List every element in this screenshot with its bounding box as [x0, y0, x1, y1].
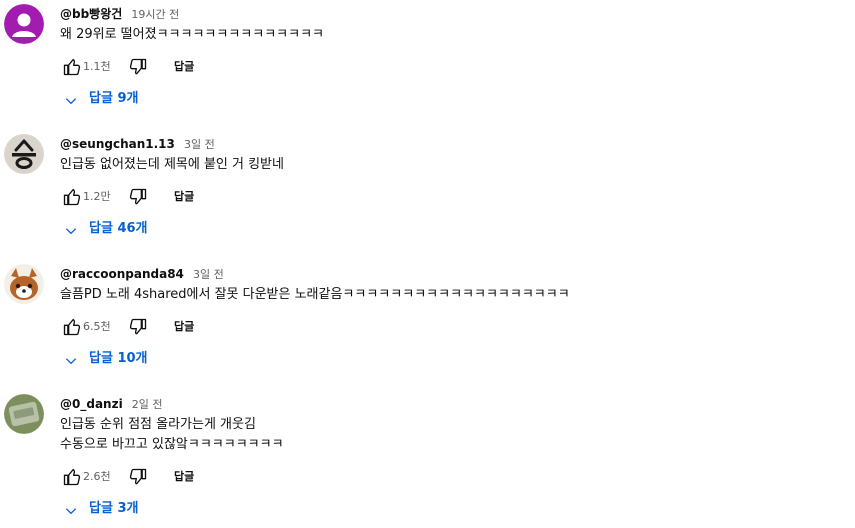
chevron-down-icon — [64, 352, 78, 378]
comment-line: 왜 29위로 떨어졌ㅋㅋㅋㅋㅋㅋㅋㅋㅋㅋㅋㅋㅋㅋ — [60, 27, 325, 42]
author-name[interactable]: @seungchan1.13 — [60, 137, 175, 151]
hangul-seung-avatar-icon[interactable] — [4, 134, 44, 174]
comment-header: @bb빵왕건 19시간 전 — [60, 4, 855, 22]
chevron-down-icon — [64, 222, 78, 248]
replies-count-label: 답글 46개 — [89, 221, 148, 236]
comment-time[interactable]: 19시간 전 — [131, 8, 179, 21]
reply-button[interactable]: 답글 — [166, 181, 202, 213]
comment-text: 슬픔PD 노래 4shared에서 잘못 다운받은 노래같음ㅋㅋㅋㅋㅋㅋㅋㅋㅋㅋ… — [60, 285, 855, 305]
dislike-button[interactable] — [122, 51, 154, 83]
comment-header: @raccoonpanda84 3일 전 — [60, 264, 855, 282]
comment-line: 인급동 없어졌는데 제목에 붙인 거 킹받네 — [60, 157, 284, 172]
comment-time[interactable]: 2일 전 — [132, 398, 163, 411]
dislike-button[interactable] — [122, 461, 154, 493]
red-panda-avatar-icon[interactable] — [4, 264, 44, 304]
thumbs-down-icon — [129, 468, 147, 485]
purple-default-avatar-icon[interactable] — [4, 4, 44, 44]
chevron-down-icon — [64, 502, 78, 528]
reply-button[interactable]: 답글 — [166, 311, 202, 343]
like-count: 1.2만 — [83, 190, 111, 203]
comment-actions: 2.6천 답글 — [60, 461, 855, 493]
comment-line: 인급동 순위 점점 올라가는게 개웃김 — [60, 417, 256, 432]
replies-count-label: 답글 3개 — [89, 501, 139, 516]
comment-actions: 1.2만 답글 — [60, 181, 855, 213]
comment-actions: 6.5천 답글 — [60, 311, 855, 343]
dislike-button[interactable] — [122, 311, 154, 343]
replies-count-label: 답글 9개 — [89, 91, 139, 106]
dislike-button[interactable] — [122, 181, 154, 213]
thumbs-down-icon — [129, 58, 147, 75]
comment-time[interactable]: 3일 전 — [193, 268, 224, 281]
comment-line: 슬픔PD 노래 4shared에서 잘못 다운받은 노래같음ㅋㅋㅋㅋㅋㅋㅋㅋㅋㅋ… — [60, 287, 570, 302]
comment-text: 인급동 순위 점점 올라가는게 개웃김 수동으로 바끄고 있잖앜ㅋㅋㅋㅋㅋㅋㅋㅋ — [60, 415, 855, 455]
chevron-down-icon — [64, 92, 78, 118]
comment-thread-list: @bb빵왕건 19시간 전 왜 29위로 떨어졌ㅋㅋㅋㅋㅋㅋㅋㅋㅋㅋㅋㅋㅋㅋ 1… — [0, 0, 855, 521]
comment-text: 왜 29위로 떨어졌ㅋㅋㅋㅋㅋㅋㅋㅋㅋㅋㅋㅋㅋㅋ — [60, 25, 855, 45]
comment-line: 수동으로 바끄고 있잖앜ㅋㅋㅋㅋㅋㅋㅋㅋ — [60, 437, 284, 452]
thumbs-down-icon — [129, 188, 147, 205]
comment-header: @seungchan1.13 3일 전 — [60, 134, 855, 152]
thumbs-down-icon — [129, 318, 147, 335]
comment-text: 인급동 없어졌는데 제목에 붙인 거 킹받네 — [60, 155, 855, 175]
green-stone-avatar-icon[interactable] — [4, 394, 44, 434]
author-name[interactable]: @0_danzi — [60, 397, 123, 411]
thumbs-up-icon — [63, 468, 81, 486]
comment-actions: 1.1천 답글 — [60, 51, 855, 83]
replies-count-label: 답글 10개 — [89, 351, 148, 366]
reply-button[interactable]: 답글 — [166, 51, 202, 83]
thumbs-up-icon — [63, 188, 81, 206]
like-count: 2.6천 — [83, 470, 111, 483]
like-count: 1.1천 — [83, 60, 111, 73]
thumbs-up-icon — [63, 58, 81, 76]
comment-time[interactable]: 3일 전 — [184, 138, 215, 151]
reply-button[interactable]: 답글 — [166, 461, 202, 493]
author-name[interactable]: @raccoonpanda84 — [60, 267, 184, 281]
like-count: 6.5천 — [83, 320, 111, 333]
comment-header: @0_danzi 2일 전 — [60, 394, 855, 412]
thumbs-up-icon — [63, 318, 81, 336]
author-name[interactable]: @bb빵왕건 — [60, 7, 122, 21]
